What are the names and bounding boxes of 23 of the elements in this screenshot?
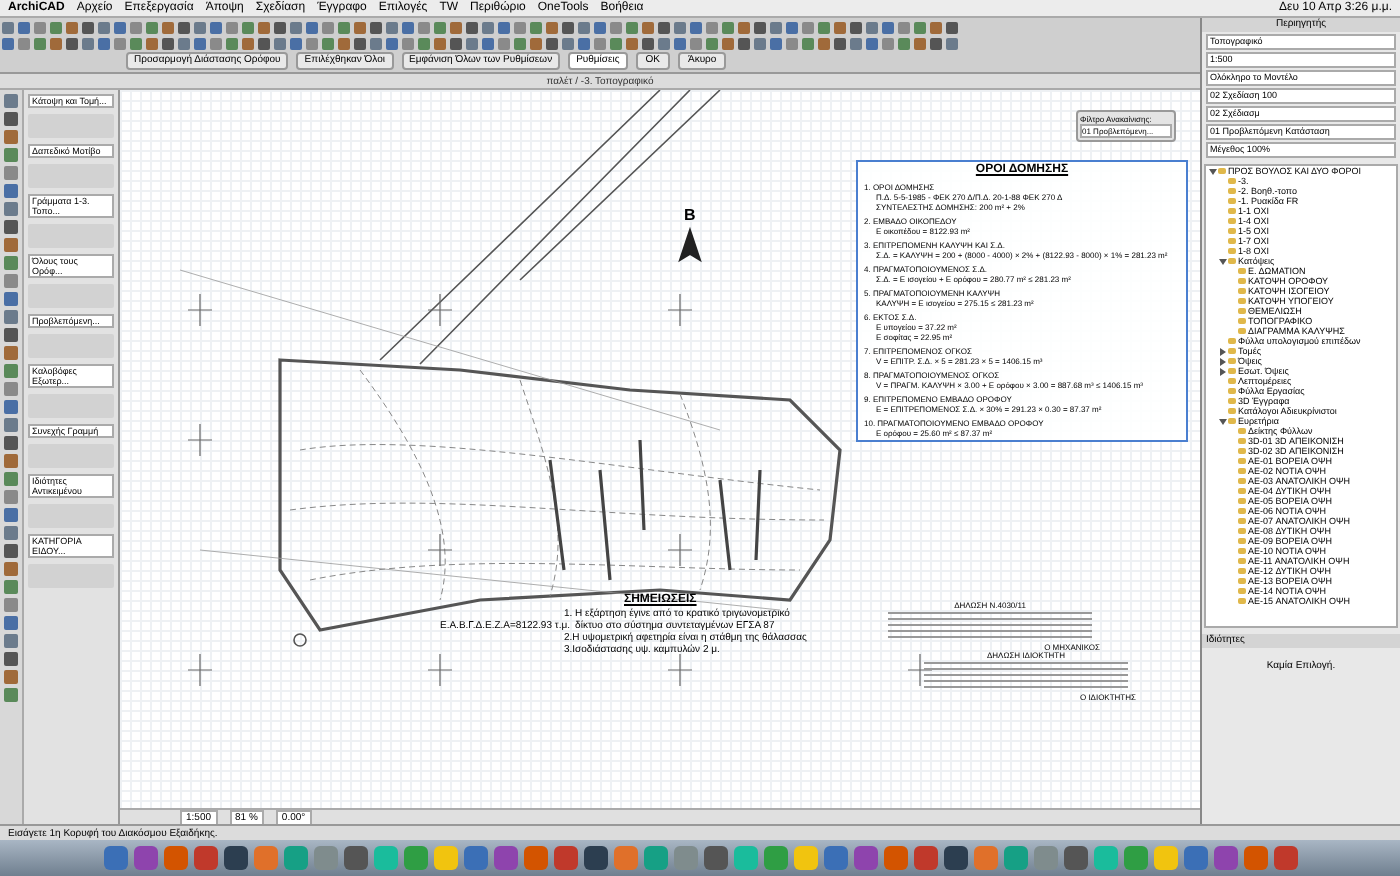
- app-icon[interactable]: [133, 846, 157, 870]
- north-arrow-icon: [678, 226, 702, 263]
- app-icon[interactable]: [223, 846, 247, 870]
- app-icon[interactable]: [1273, 846, 1297, 870]
- app-icon[interactable]: [703, 846, 727, 870]
- app-icon[interactable]: [493, 846, 517, 870]
- app-icon[interactable]: [943, 846, 967, 870]
- app-icon[interactable]: [793, 846, 817, 870]
- app-icon[interactable]: [553, 846, 577, 870]
- north-label: Β: [684, 206, 696, 224]
- app-icon[interactable]: [583, 846, 607, 870]
- app-icon[interactable]: [103, 846, 127, 870]
- app-icon[interactable]: [853, 846, 877, 870]
- app-icon[interactable]: [913, 846, 937, 870]
- app-icon[interactable]: [1183, 846, 1207, 870]
- app-icon[interactable]: [1153, 846, 1177, 870]
- app-icon[interactable]: [1213, 846, 1237, 870]
- app-icon[interactable]: [823, 846, 847, 870]
- app-icon[interactable]: [433, 846, 457, 870]
- app-icon[interactable]: [463, 846, 487, 870]
- app-icon[interactable]: [193, 846, 217, 870]
- app-icon[interactable]: [1063, 846, 1087, 870]
- app-icon[interactable]: [343, 846, 367, 870]
